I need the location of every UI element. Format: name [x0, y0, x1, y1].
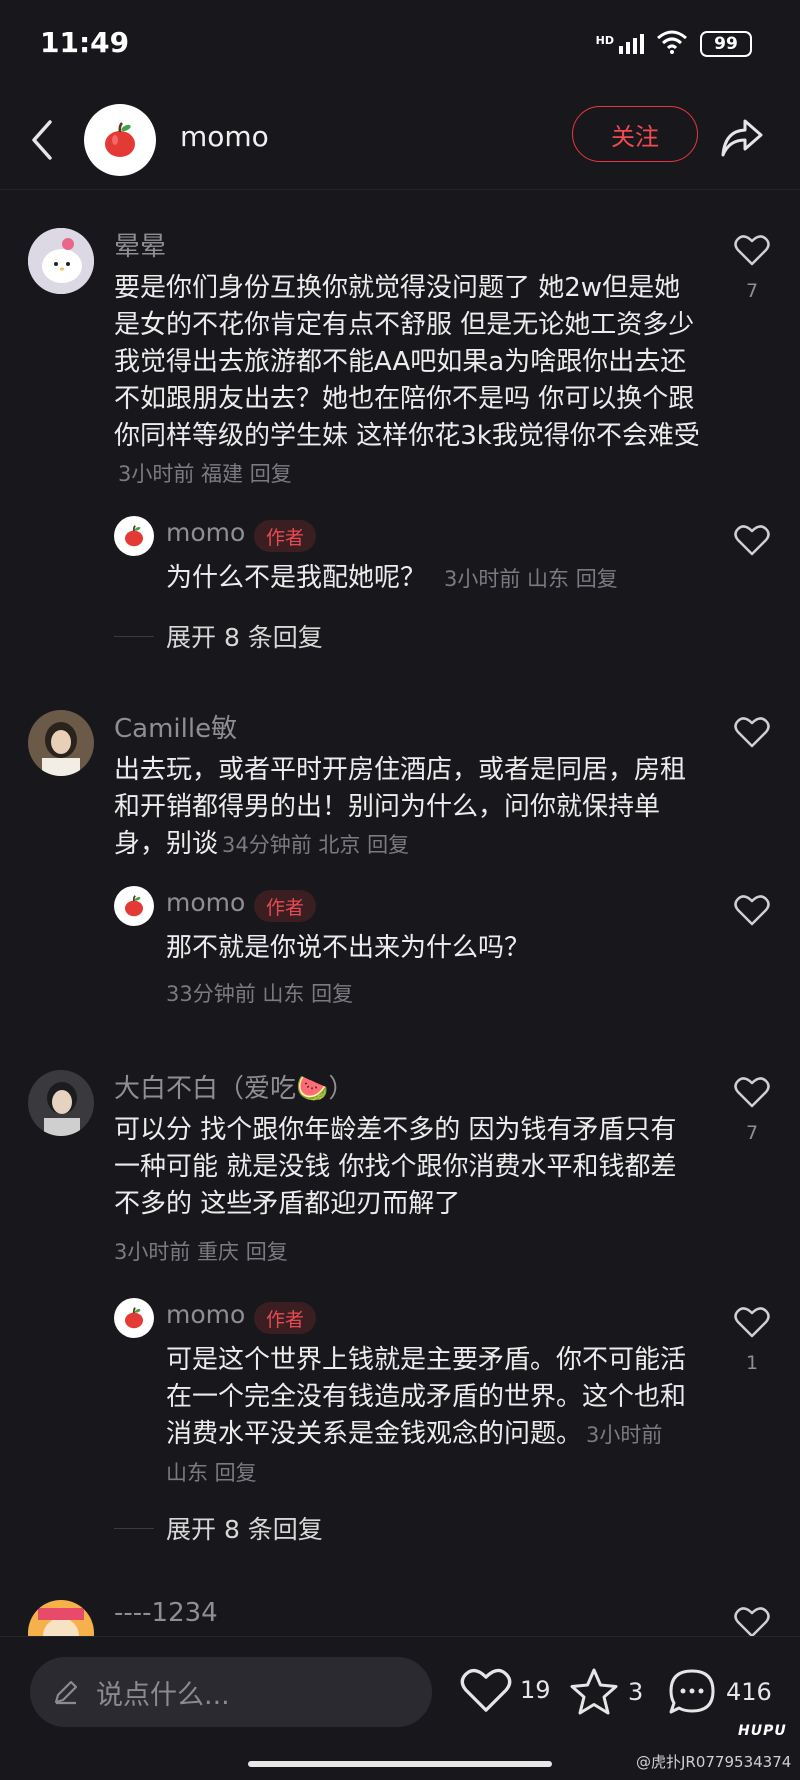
wifi-icon	[656, 30, 688, 58]
comment-meta[interactable]: 3小时前 重庆 回复	[114, 1236, 288, 1266]
comment-input[interactable]: 说点什么...	[30, 1657, 432, 1727]
apple-icon	[125, 525, 143, 547]
heart-icon	[734, 1307, 770, 1338]
expand-replies[interactable]: 展开 8 条回复	[114, 618, 323, 654]
avatar-image	[28, 1070, 94, 1136]
avatar[interactable]	[28, 710, 94, 776]
comment-count: 416	[726, 1678, 772, 1706]
like-button[interactable]: 7	[730, 1076, 774, 1144]
reply-avatar[interactable]	[114, 1298, 154, 1338]
like-post-button[interactable]: 19	[460, 1667, 551, 1713]
star-icon	[570, 1668, 618, 1715]
comment-meta[interactable]: 3小时前 福建 回复	[118, 462, 292, 486]
reply-avatar[interactable]	[114, 886, 154, 926]
comment-text: 要是你们身份互换你就觉得没问题了 她2w但是她是女的不花你肯定有点不舒服 但是无…	[114, 273, 700, 486]
share-icon	[721, 119, 763, 157]
author-name[interactable]: momo	[180, 120, 269, 153]
heart-icon	[734, 235, 770, 266]
like-button[interactable]	[730, 524, 774, 556]
post-header: momo 关注	[0, 90, 800, 190]
favorite-count: 3	[628, 1678, 644, 1706]
status-icons: HD 99	[596, 30, 752, 58]
hd-label: HD	[595, 34, 614, 47]
apple-icon	[125, 1307, 143, 1329]
reply-text: 可是这个世界上钱就是主要矛盾。你不可能活在一个完全没有钱造成矛盾的世界。这个也和…	[166, 1345, 687, 1485]
author-badge: 作者	[254, 1302, 317, 1334]
comment-text: 可以分 找个跟你年龄差不多的 因为钱有矛盾只有一种可能 就是没钱 你找个跟你消费…	[114, 1115, 677, 1219]
author-avatar[interactable]	[84, 104, 156, 176]
reply-name[interactable]: momo	[166, 518, 245, 547]
share-button[interactable]	[716, 112, 768, 164]
like-button[interactable]	[730, 716, 774, 748]
like-button[interactable]	[730, 1606, 774, 1636]
avatar-image	[28, 710, 94, 776]
reply-text: 那不就是你说不出来为什么吗？	[166, 933, 531, 963]
author-badge: 作者	[254, 890, 317, 922]
comment-meta[interactable]: 34分钟前 北京 回复	[222, 833, 409, 857]
expand-divider	[114, 635, 154, 637]
avatar[interactable]	[28, 1070, 94, 1136]
avatar[interactable]	[28, 228, 94, 294]
reply-text: 为什么不是我配她呢？ 3小时前 山东 回复	[166, 563, 618, 593]
comment-item: ----1234	[0, 1594, 800, 1636]
like-button[interactable]: 1	[730, 1306, 774, 1374]
expand-replies[interactable]: 展开 8 条回复	[114, 1510, 323, 1546]
commenter-name[interactable]: 晕晕	[114, 226, 166, 263]
avatar-image	[28, 1600, 94, 1636]
avatar[interactable]	[28, 1600, 94, 1636]
heart-icon	[734, 895, 770, 926]
reply-name[interactable]: momo	[166, 888, 245, 917]
like-count: 1	[745, 1352, 759, 1374]
reply-meta[interactable]: 3小时前 山东 回复	[444, 567, 618, 591]
expand-label[interactable]: 展开 8 条回复	[166, 618, 323, 654]
home-indicator[interactable]	[248, 1761, 552, 1767]
like-count: 7	[745, 1122, 759, 1144]
heart-icon	[460, 1668, 512, 1712]
status-time: 11:49	[40, 26, 130, 59]
avatar-image	[28, 228, 94, 294]
reply-avatar[interactable]	[114, 516, 154, 556]
like-count: 19	[520, 1676, 551, 1704]
watermark-text: @虎扑JR0779534374	[636, 1753, 792, 1771]
pencil-icon	[54, 1680, 78, 1705]
status-bar: 11:49 HD 99	[0, 0, 800, 90]
signal-icon: HD	[596, 34, 644, 54]
commenter-name[interactable]: ----1234	[114, 1598, 218, 1628]
reply-meta[interactable]: 33分钟前 山东 回复	[166, 978, 353, 1008]
heart-icon	[734, 1077, 770, 1108]
apple-icon	[105, 122, 135, 157]
comment-placeholder: 说点什么...	[96, 1679, 230, 1711]
comment-bubble-icon	[669, 1669, 715, 1714]
like-button[interactable]	[730, 894, 774, 926]
expand-divider	[114, 1527, 154, 1529]
comment-text: 出去玩，或者平时开房住酒店，或者是同居，房租和开销都得男的出！别问为什么，问你就…	[114, 755, 687, 859]
reply-name[interactable]: momo	[166, 1300, 245, 1329]
back-button[interactable]	[22, 114, 62, 166]
hupu-logo: HUPU	[738, 1723, 787, 1739]
commenter-name[interactable]: 大白不白（爱吃🍉）	[114, 1068, 354, 1105]
comments-button[interactable]: 416	[666, 1667, 772, 1717]
chevron-left-icon	[32, 120, 52, 160]
commenter-name[interactable]: Camille敏	[114, 708, 237, 745]
follow-button[interactable]: 关注	[572, 106, 698, 162]
expand-label[interactable]: 展开 8 条回复	[166, 1510, 323, 1546]
heart-icon	[734, 1607, 770, 1636]
heart-icon	[734, 525, 770, 556]
author-badge: 作者	[254, 520, 317, 552]
bottom-action-bar: 说点什么... 19 3 416 HUPU @虎扑JR0779534374	[0, 1636, 800, 1780]
apple-icon	[125, 895, 143, 917]
like-button[interactable]: 7	[730, 234, 774, 302]
favorite-button[interactable]: 3	[568, 1667, 643, 1717]
battery-icon: 99	[700, 31, 752, 57]
like-count: 7	[745, 280, 759, 302]
heart-icon	[734, 717, 770, 748]
